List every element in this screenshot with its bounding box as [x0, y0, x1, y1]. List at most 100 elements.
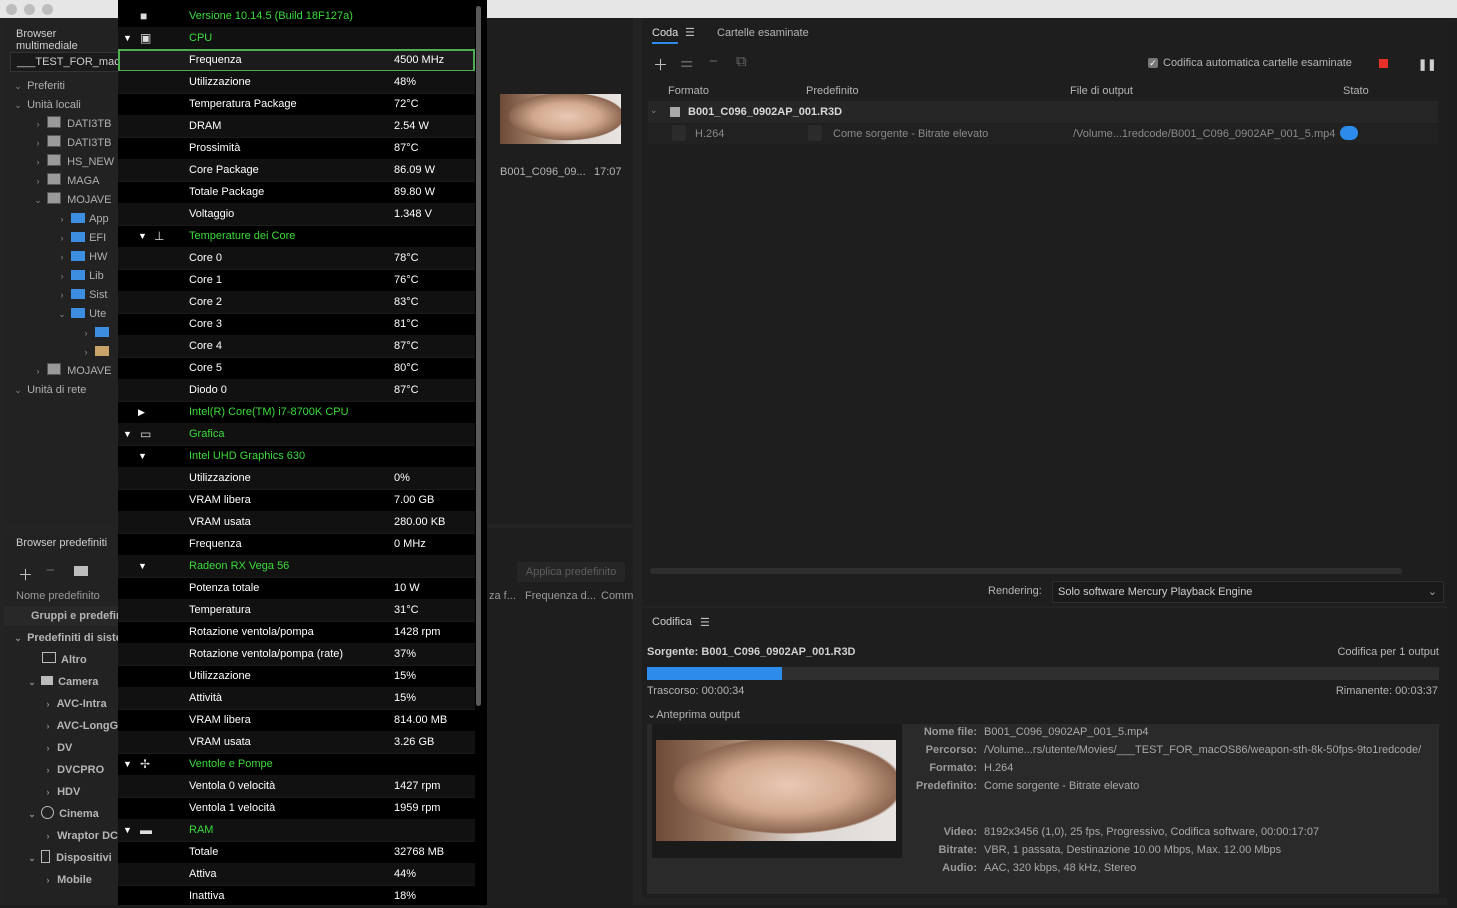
col-status[interactable]: Stato [1343, 85, 1369, 97]
preset-group[interactable]: ⌄ Dispositivi [12, 847, 122, 869]
format-dropdown[interactable] [672, 125, 686, 141]
column-header-a[interactable]: za f... [489, 590, 516, 602]
queue-menu-icon[interactable]: ☰ [685, 26, 695, 39]
col-output[interactable]: File di output [1070, 85, 1133, 97]
preset-group[interactable]: › Mobile [12, 869, 122, 891]
column-header-b[interactable]: Frequenza d... [525, 590, 596, 602]
stats-row[interactable]: VRAM usata 280.00 KB [118, 511, 475, 534]
group-icon[interactable] [74, 566, 88, 576]
stats-row[interactable]: ▼ ▬ RAM [118, 819, 475, 842]
stats-row[interactable]: Frequenza 0 MHz [118, 533, 475, 556]
folder-item[interactable]: › App [12, 210, 122, 229]
folder-item[interactable]: › EFI [12, 229, 122, 248]
output-preview-toggle[interactable]: ⌄Anteprima output [647, 708, 740, 721]
stats-row[interactable]: ▼ ✢ Ventole e Pompe [118, 753, 475, 776]
drive-item[interactable]: › HS_NEW [12, 153, 122, 172]
stats-row[interactable]: Core 2 83°C [118, 291, 475, 314]
remove-preset-icon[interactable]: − [46, 562, 55, 579]
stats-row[interactable]: Diodo 0 87°C [118, 379, 475, 402]
media-thumbnail[interactable] [500, 94, 621, 144]
disclosure-triangle-icon[interactable]: ▼ [138, 555, 147, 577]
folder-item[interactable]: › [12, 343, 122, 362]
close-window-icon[interactable] [6, 4, 17, 15]
stats-row[interactable]: Utilizzazione 15% [118, 665, 475, 688]
disclosure-triangle-icon[interactable]: ▼ [138, 225, 147, 247]
drive-item[interactable]: › MOJAVE [12, 362, 122, 381]
preset-browser-title[interactable]: Browser predefiniti [16, 537, 107, 549]
rendering-select[interactable]: Solo software Mercury Playback Engine ⌄ [1052, 581, 1444, 603]
col-preset[interactable]: Predefinito [806, 85, 859, 97]
stats-row[interactable]: Core 4 87°C [118, 335, 475, 358]
stats-row[interactable]: VRAM usata 3.26 GB [118, 731, 475, 754]
folder-item[interactable]: › Lib [12, 267, 122, 286]
settings-icon[interactable]: ⚌ [680, 53, 693, 71]
queue-output-row[interactable]: H.264 Come sorgente - Bitrate elevato /V… [648, 124, 1438, 144]
format-value[interactable]: H.264 [695, 128, 724, 140]
queue-scrollbar[interactable] [650, 568, 1402, 574]
stats-row[interactable]: Totale Package 89.80 W [118, 181, 475, 204]
preset-group[interactable]: ⌄ Camera [12, 671, 122, 693]
folder-item[interactable]: › HW [12, 248, 122, 267]
stop-icon[interactable] [1379, 59, 1388, 68]
stats-row[interactable]: VRAM libera 814.00 MB [118, 709, 475, 732]
disclosure-triangle-icon[interactable]: ▼ [123, 423, 132, 445]
add-preset-icon[interactable]: ＋ [18, 564, 33, 585]
minimize-window-icon[interactable] [24, 4, 35, 15]
duplicate-icon[interactable]: ⧉ [736, 53, 747, 70]
add-source-icon[interactable]: ＋ [653, 54, 668, 75]
stats-row[interactable]: ■ Versione 10.14.5 (Build 18F127a) [118, 5, 475, 28]
col-format[interactable]: Formato [668, 85, 709, 97]
disclosure-triangle-icon[interactable]: ▼ [123, 753, 132, 775]
drive-item[interactable]: › DATI3TB [12, 134, 122, 153]
apply-preset-button[interactable]: Applica predefinito [517, 562, 625, 582]
folder-item[interactable]: › Sist [12, 286, 122, 305]
auto-encode-checkbox[interactable]: ✓ [1148, 58, 1158, 68]
disclosure-triangle-icon[interactable]: ▼ [123, 819, 132, 841]
tab-watch-folders[interactable]: Cartelle esaminate [717, 27, 809, 39]
drive-item[interactable]: › DATI3TB [12, 115, 122, 134]
preset-dropdown[interactable] [808, 125, 822, 141]
remove-icon[interactable]: − [709, 53, 718, 70]
preset-group[interactable]: › AVC-Intra [12, 693, 122, 715]
stats-row[interactable]: Core 0 78°C [118, 247, 475, 270]
stats-row[interactable]: VRAM libera 7.00 GB [118, 489, 475, 512]
stats-row[interactable]: Attività 15% [118, 687, 475, 710]
stats-row[interactable]: Ventola 0 velocità 1427 rpm [118, 775, 475, 798]
stats-row[interactable]: Frequenza 4500 MHz [118, 49, 475, 72]
stats-row[interactable]: DRAM 2.54 W [118, 115, 475, 138]
stats-row[interactable]: ▶ Intel(R) Core(TM) i7-8700K CPU [118, 401, 475, 424]
system-presets-item[interactable]: ⌄ Predefiniti di sistema [12, 627, 138, 649]
pause-icon[interactable]: ❚❚ [1418, 58, 1436, 71]
stats-row[interactable]: Utilizzazione 0% [118, 467, 475, 490]
favorites-section[interactable]: ⌄ Preferiti [12, 77, 122, 96]
encoding-menu-icon[interactable]: ☰ [700, 616, 710, 629]
stats-row[interactable]: Core Package 86.09 W [118, 159, 475, 182]
stats-row[interactable]: Potenza totale 10 W [118, 577, 475, 600]
drive-item[interactable]: ⌄ MOJAVE [12, 191, 122, 210]
output-path[interactable]: /Volume...1redcode/B001_C096_0902AP_001_… [1073, 128, 1335, 140]
column-header-c[interactable]: Comm [601, 590, 633, 602]
disclosure-triangle-icon[interactable]: ▼ [123, 27, 132, 49]
disclosure-triangle-icon[interactable]: ▶ [138, 401, 145, 423]
media-browser-title[interactable]: Browser multimediale [16, 28, 118, 52]
stats-row[interactable]: Core 1 76°C [118, 269, 475, 292]
preset-group[interactable]: › DVCPRO [12, 759, 122, 781]
stats-row[interactable]: Ventola 1 velocità 1959 rpm [118, 797, 475, 820]
preset-group[interactable]: › HDV [12, 781, 122, 803]
stats-row[interactable]: Core 3 81°C [118, 313, 475, 336]
folder-item[interactable]: ⌄ Ute [12, 305, 122, 324]
queue-source-row[interactable]: ⌄ B001_C096_0902AP_001.R3D [648, 101, 1438, 123]
stats-row[interactable]: Totale 32768 MB [118, 841, 475, 864]
path-field[interactable]: ___TEST_FOR_macO [10, 52, 126, 72]
stats-row[interactable]: ▼ Radeon RX Vega 56 [118, 555, 475, 578]
stats-row[interactable]: ▼ ▣ CPU [118, 27, 475, 50]
stats-row[interactable]: Temperatura 31°C [118, 599, 475, 622]
stats-row[interactable]: ▼ ⊥ Temperature dei Core [118, 225, 475, 248]
disclosure-triangle-icon[interactable]: ▼ [138, 445, 147, 467]
drive-item[interactable]: › MAGA [12, 172, 122, 191]
stats-row[interactable]: Rotazione ventola/pompa (rate) 37% [118, 643, 475, 666]
stats-row[interactable]: Voltaggio 1.348 V [118, 203, 475, 226]
preset-group[interactable]: › Wraptor DCP [12, 825, 126, 847]
stats-row[interactable]: Core 5 80°C [118, 357, 475, 380]
preset-group[interactable]: Altro [12, 649, 122, 671]
